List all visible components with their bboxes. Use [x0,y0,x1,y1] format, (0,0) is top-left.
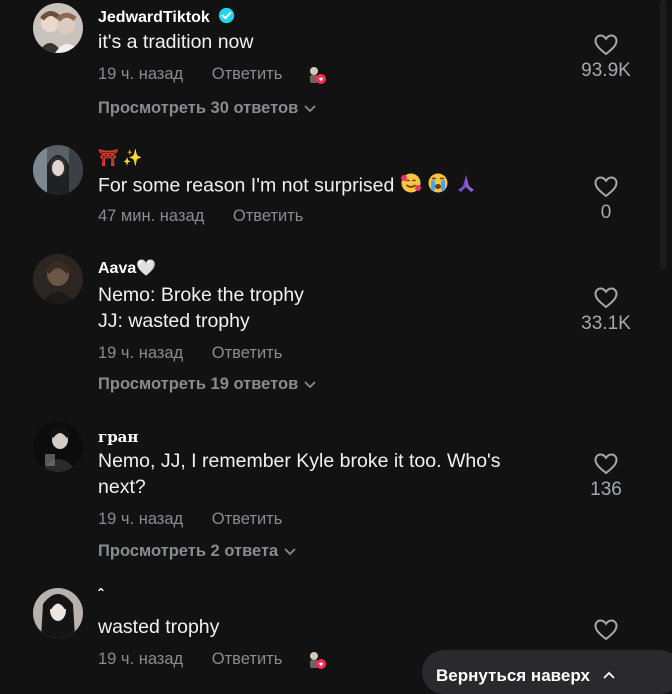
like-button[interactable] [576,619,636,641]
comment-meta: 47 мин. назад Ответить [98,207,303,226]
avatar[interactable] [33,588,83,638]
comment-text: wasted trophy [98,616,220,638]
comment-time: 19 ч. назад [98,510,184,528]
creator-liked-icon [307,650,326,670]
chevron-down-icon [304,99,316,118]
chevron-up-icon [603,664,615,684]
like-count: 136 [590,479,622,500]
back-to-top-button[interactable]: Вернуться наверх [422,650,672,694]
username[interactable]: гран [98,428,138,446]
comment-text: it's a tradition now [98,31,254,53]
chevron-down-icon [304,375,316,394]
like-count: 93.9K [581,60,631,81]
username[interactable]: ⛩ ✨ [98,148,143,168]
avatar[interactable] [33,145,83,195]
heart-outline-icon [594,34,618,56]
heart-outline-icon [594,453,618,475]
comment-time: 19 ч. назад [98,65,184,84]
verified-badge-icon [219,7,235,24]
username[interactable]: Aava🤍 [98,258,156,278]
view-replies-button[interactable]: Просмотреть 30 ответов [98,99,316,118]
avatar[interactable] [33,254,83,304]
like-button[interactable]: 93.9K [576,34,636,82]
heart-outline-icon [594,619,618,641]
praying-hands-emoji [455,172,477,201]
comment-meta: 19 ч. назад Ответить [98,65,326,85]
heart-outline-icon [594,176,618,198]
comment-text: For some reason I'm not surprised [98,172,538,201]
smiling-hearts-emoji [400,172,422,201]
like-count: 33.1K [581,313,631,334]
reply-button[interactable]: Ответить [233,207,304,226]
reply-button[interactable]: Ответить [212,650,283,669]
comment-meta: 19 ч. назад Ответить [98,344,282,363]
like-button[interactable]: 0 [576,176,636,224]
view-replies-button[interactable]: Просмотреть 2 ответа [98,542,296,561]
reply-button[interactable]: Ответить [212,65,283,84]
comment-time: 47 мин. назад [98,207,205,225]
comment-meta: 19 ч. назад Ответить [98,650,326,670]
like-button[interactable]: 33.1K [576,287,636,335]
heart-outline-icon [594,287,618,309]
like-button[interactable]: 136 [576,453,636,501]
scrollbar[interactable] [660,0,666,270]
comment-time: 19 ч. назад [98,650,184,669]
crying-face-emoji [427,172,449,201]
chevron-down-icon [284,542,296,561]
like-count: 0 [600,202,612,223]
username[interactable]: ˆ [98,587,103,605]
avatar[interactable] [33,3,83,53]
view-replies-button[interactable]: Просмотреть 19 ответов [98,375,316,394]
reply-button[interactable]: Ответить [212,510,283,529]
comment-time: 19 ч. назад [98,344,184,362]
reply-button[interactable]: Ответить [212,344,283,363]
username[interactable]: JedwardTiktok [98,7,235,27]
avatar[interactable] [33,422,83,472]
comment-meta: 19 ч. назад Ответить [98,510,282,529]
comment-text: Nemo: Broke the trophy JJ: wasted trophy [98,284,304,332]
creator-liked-icon [307,65,326,85]
comment-text: Nemo, JJ, I remember Kyle broke it too. … [98,450,501,498]
